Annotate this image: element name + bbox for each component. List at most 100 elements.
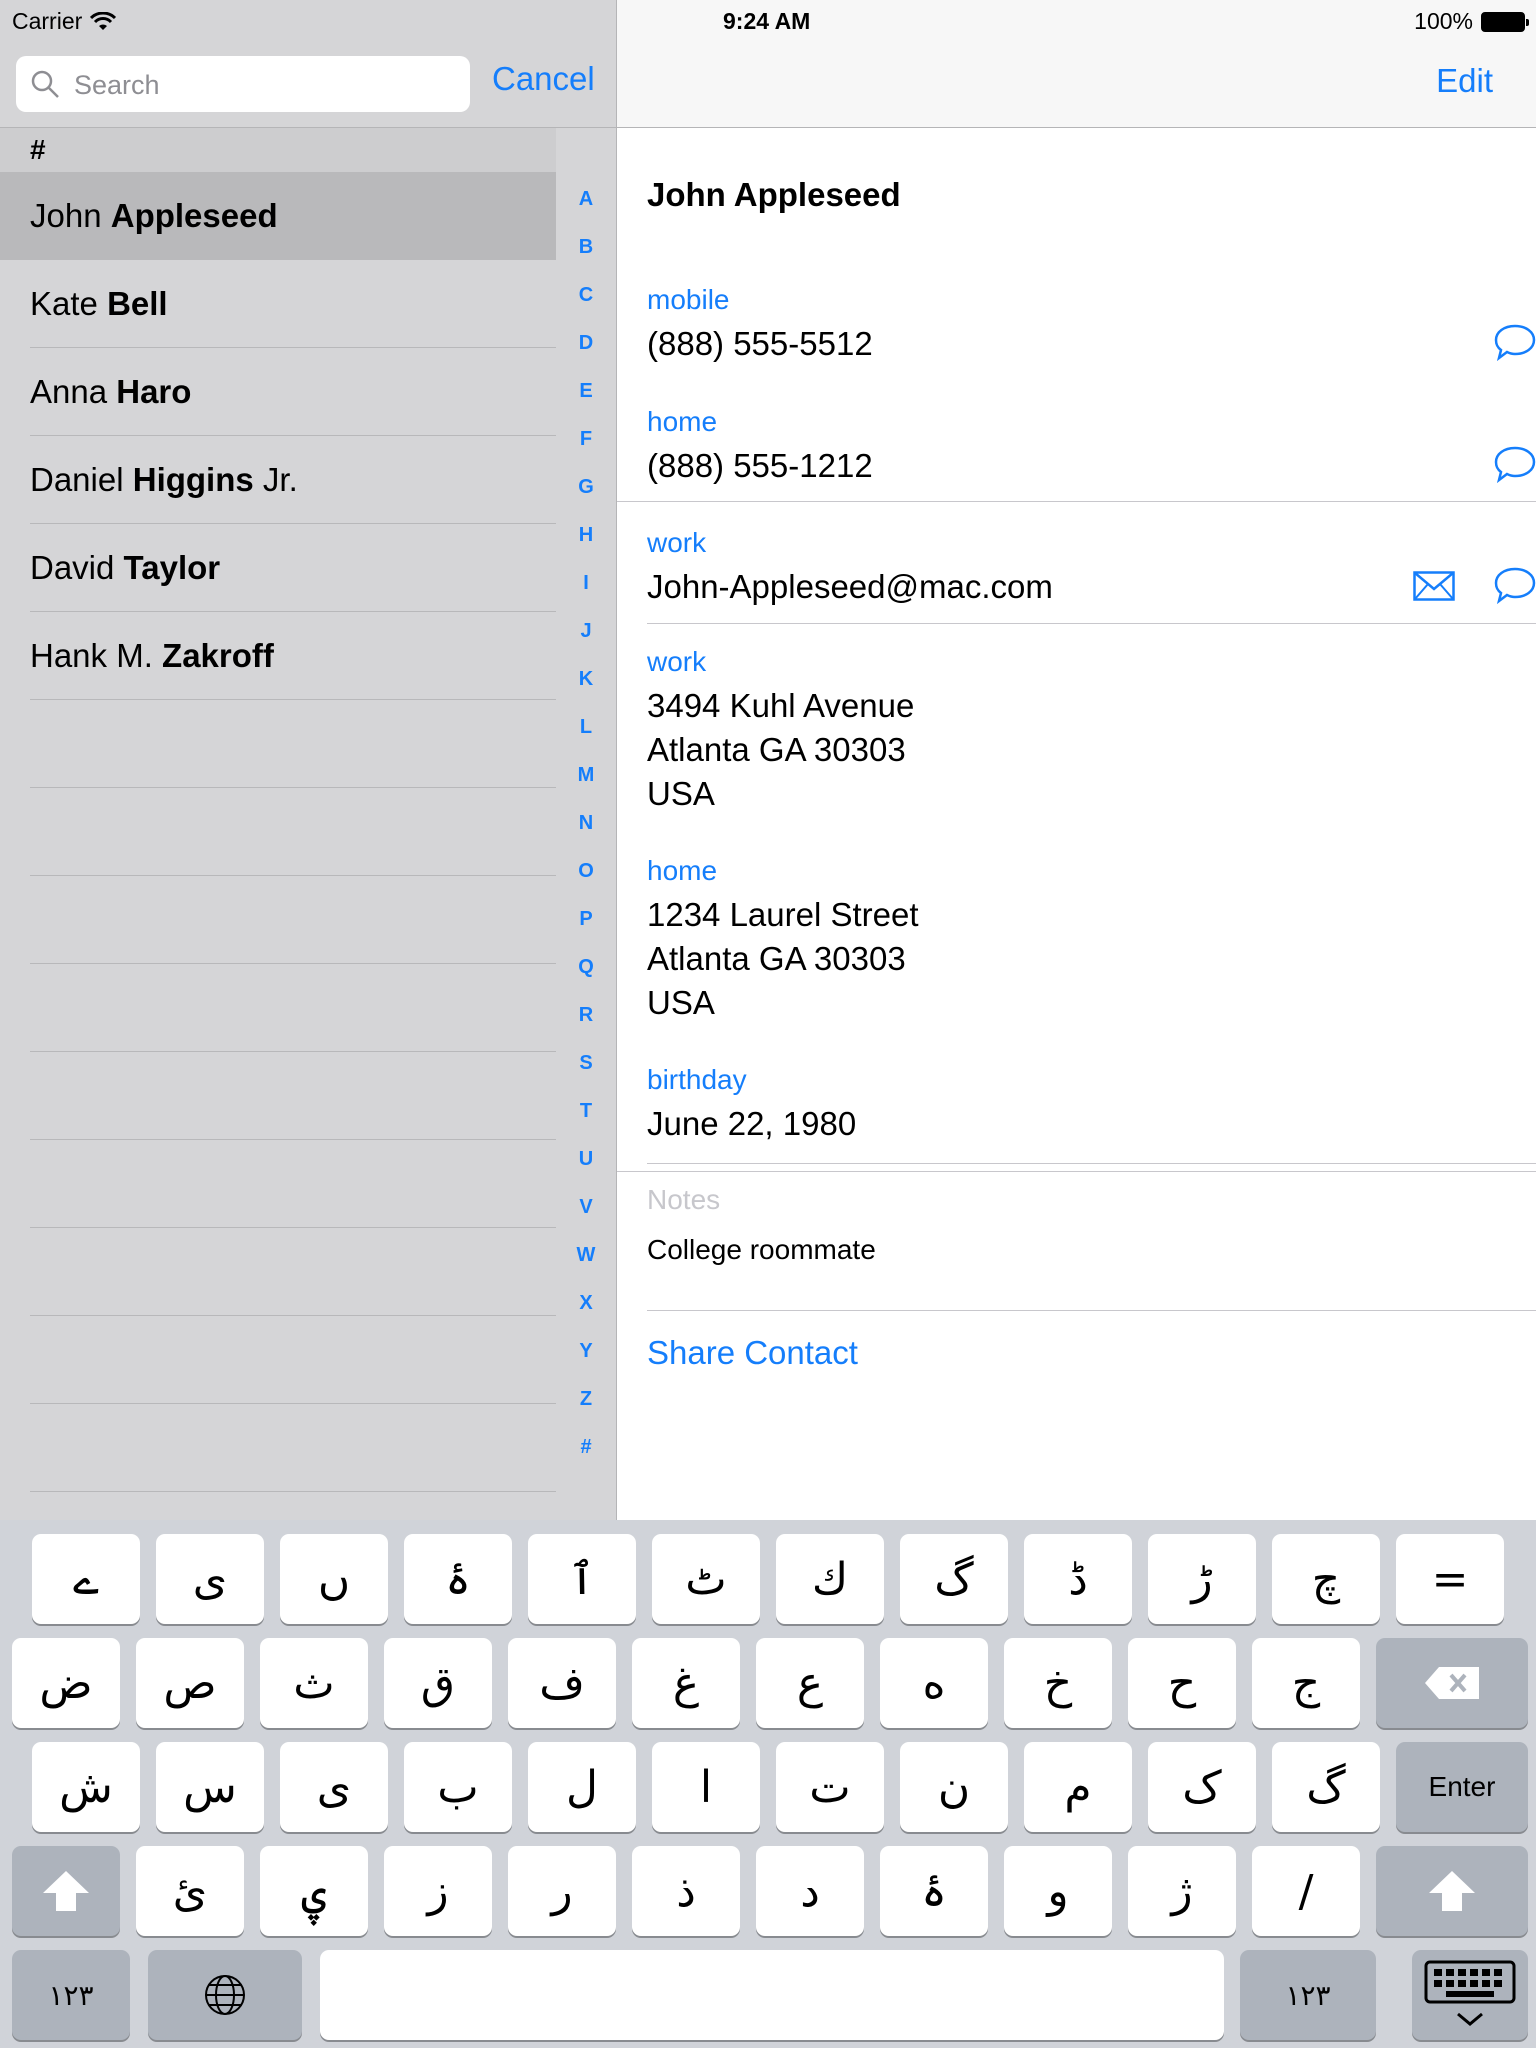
message-icon[interactable] (1493, 322, 1536, 362)
contact-row[interactable]: Hank M. Zakroff (0, 612, 556, 700)
index-letter[interactable]: C (556, 276, 616, 324)
letter-key[interactable]: گ (900, 1534, 1008, 1624)
home-address-field[interactable]: home 1234 Laurel Street Atlanta GA 30303… (617, 855, 1536, 1172)
index-letter[interactable]: G (556, 468, 616, 516)
notes-field[interactable]: Notes College roommate (647, 1184, 1536, 1314)
index-letter[interactable]: W (556, 1236, 616, 1284)
index-letter[interactable]: L (556, 708, 616, 756)
contact-row[interactable]: Kate Bell (0, 260, 556, 348)
letter-key[interactable]: ك (776, 1534, 884, 1624)
cancel-button[interactable]: Cancel (492, 60, 595, 98)
index-letter[interactable]: F (556, 420, 616, 468)
letter-key[interactable]: ع (756, 1638, 864, 1728)
letter-key[interactable]: ه (880, 1638, 988, 1728)
space-key[interactable] (320, 1950, 1224, 2040)
globe-key[interactable] (148, 1950, 302, 2040)
index-letter[interactable]: N (556, 804, 616, 852)
numbers-key[interactable]: ١٢٣ (12, 1950, 130, 2040)
letter-key[interactable]: ف (508, 1638, 616, 1728)
letter-key[interactable]: ب (404, 1742, 512, 1832)
index-letter[interactable]: U (556, 1140, 616, 1188)
letter-key[interactable]: ق (384, 1638, 492, 1728)
shift-key[interactable] (12, 1846, 120, 1936)
index-letter[interactable]: D (556, 324, 616, 372)
letter-key[interactable]: ئ (136, 1846, 244, 1936)
dismiss-keyboard-key[interactable] (1412, 1950, 1528, 2040)
index-letter[interactable]: V (556, 1188, 616, 1236)
mobile-field[interactable]: mobile (888) 555-5512 (647, 284, 1536, 378)
letter-key[interactable]: ر (508, 1846, 616, 1936)
index-letter[interactable]: A (556, 180, 616, 228)
index-letter[interactable]: R (556, 996, 616, 1044)
letter-key[interactable]: ث (260, 1638, 368, 1728)
letter-key[interactable]: ن (900, 1742, 1008, 1832)
letter-key[interactable]: ی (280, 1742, 388, 1832)
numbers-key[interactable]: ١٢٣ (1240, 1950, 1376, 2040)
home-phone-field[interactable]: home (888) 555-1212 (617, 406, 1536, 516)
letter-key[interactable]: د (756, 1846, 864, 1936)
index-letter[interactable]: Q (556, 948, 616, 996)
letter-key[interactable]: ے (32, 1534, 140, 1624)
letter-key[interactable]: ۂ (880, 1846, 988, 1936)
letter-key[interactable]: ش (32, 1742, 140, 1832)
letter-key[interactable]: / (1252, 1846, 1360, 1936)
letter-key[interactable]: ل (528, 1742, 636, 1832)
letter-key[interactable]: = (1396, 1534, 1504, 1624)
contact-row[interactable]: Daniel Higgins Jr. (0, 436, 556, 524)
index-letter[interactable]: O (556, 852, 616, 900)
index-letter[interactable]: H (556, 516, 616, 564)
section-index-bar[interactable]: A B C D E F G H I J K L M N O P Q R S T U V W X Y Z # (556, 180, 616, 1476)
message-icon[interactable] (1493, 565, 1536, 605)
email-field[interactable]: work John-Appleseed@mac.com (647, 527, 1536, 637)
index-letter[interactable]: Y (556, 1332, 616, 1380)
letter-key[interactable]: ز (384, 1846, 492, 1936)
shift-key[interactable] (1376, 1846, 1528, 1936)
index-letter[interactable]: X (556, 1284, 616, 1332)
letter-key[interactable]: ی (156, 1534, 264, 1624)
letter-key[interactable]: ص (136, 1638, 244, 1728)
search-input[interactable]: Search (16, 56, 470, 112)
contact-row[interactable]: Anna Haro (0, 348, 556, 436)
index-letter[interactable]: T (556, 1092, 616, 1140)
letter-key[interactable]: گ (1272, 1742, 1380, 1832)
letter-key[interactable]: ٱ (528, 1534, 636, 1624)
letter-key[interactable]: ذ (632, 1846, 740, 1936)
index-letter[interactable]: B (556, 228, 616, 276)
letter-key[interactable]: چ (1272, 1534, 1380, 1624)
letter-key[interactable]: ں (280, 1534, 388, 1624)
index-letter[interactable]: S (556, 1044, 616, 1092)
birthday-field[interactable]: birthday June 22, 1980 (647, 1064, 1536, 1174)
contact-row[interactable]: David Taylor (0, 524, 556, 612)
letter-key[interactable]: ۑ (260, 1846, 368, 1936)
index-letter[interactable]: M (556, 756, 616, 804)
index-letter[interactable]: E (556, 372, 616, 420)
index-letter[interactable]: # (556, 1428, 616, 1476)
letter-key[interactable]: ت (776, 1742, 884, 1832)
letter-key[interactable]: ٹ (652, 1534, 760, 1624)
index-letter[interactable]: J (556, 612, 616, 660)
letter-key[interactable]: ج (1252, 1638, 1360, 1728)
letter-key[interactable]: ض (12, 1638, 120, 1728)
letter-key[interactable]: و (1004, 1846, 1112, 1936)
letter-key[interactable]: غ (632, 1638, 740, 1728)
share-contact-button[interactable]: Share Contact (647, 1334, 858, 1372)
enter-key[interactable]: Enter (1396, 1742, 1528, 1832)
index-letter[interactable]: I (556, 564, 616, 612)
letter-key[interactable]: ک (1148, 1742, 1256, 1832)
letter-key[interactable]: ڈ (1024, 1534, 1132, 1624)
index-letter[interactable]: Z (556, 1380, 616, 1428)
letter-key[interactable]: ا (652, 1742, 760, 1832)
letter-key[interactable]: ژ (1128, 1846, 1236, 1936)
work-address-field[interactable]: work 3494 Kuhl Avenue Atlanta GA 30303 U… (647, 646, 1536, 846)
letter-key[interactable]: ۂ (404, 1534, 512, 1624)
letter-key[interactable]: س (156, 1742, 264, 1832)
index-letter[interactable]: P (556, 900, 616, 948)
contact-row[interactable]: John Appleseed (0, 172, 556, 260)
message-icon[interactable] (1493, 444, 1536, 484)
letter-key[interactable]: ڑ (1148, 1534, 1256, 1624)
letter-key[interactable]: م (1024, 1742, 1132, 1832)
edit-button[interactable]: Edit (1436, 62, 1493, 100)
mail-icon[interactable] (1413, 571, 1455, 601)
letter-key[interactable]: خ (1004, 1638, 1112, 1728)
index-letter[interactable]: K (556, 660, 616, 708)
